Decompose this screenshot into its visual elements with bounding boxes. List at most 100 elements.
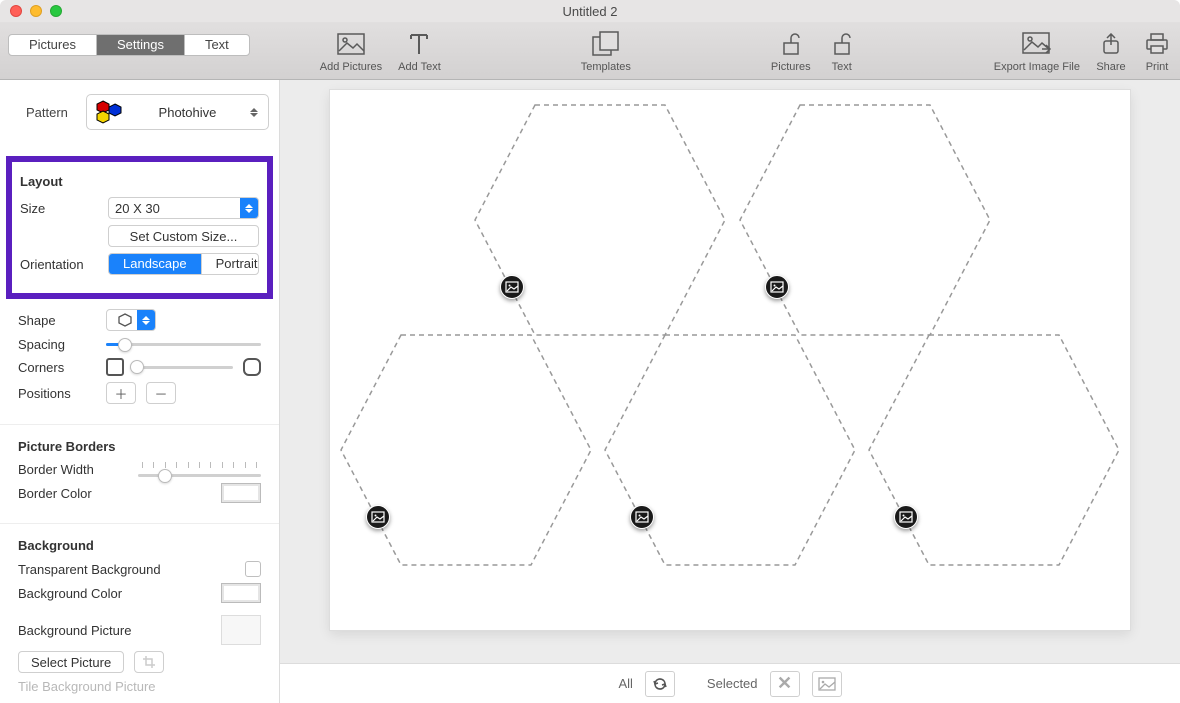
shape-select[interactable] (106, 309, 156, 331)
share-icon (1096, 29, 1126, 59)
image-icon (818, 677, 836, 691)
border-color-well[interactable] (221, 483, 261, 503)
toolbar-label: Share (1096, 61, 1125, 73)
background-picture-thumb (221, 615, 261, 645)
templates-icon (591, 29, 621, 59)
round-corner-icon (243, 358, 261, 376)
crop-icon (142, 655, 156, 669)
print-button[interactable]: Print (1142, 29, 1172, 73)
minus-icon: － (154, 384, 167, 403)
pattern-label: Pattern (26, 105, 68, 120)
layout-heading: Layout (20, 174, 259, 189)
updown-icon (245, 200, 255, 216)
add-text-button[interactable]: Add Text (398, 29, 441, 73)
positions-add-button[interactable]: ＋ (106, 382, 136, 404)
hex-tile[interactable] (735, 100, 995, 343)
updown-icon (142, 312, 152, 328)
border-color-label: Border Color (18, 486, 128, 501)
select-picture-button[interactable]: Select Picture (18, 651, 124, 673)
corners-slider[interactable] (134, 366, 233, 369)
settings-sidebar: Pattern Photohive Layout Size 20 X (0, 80, 280, 703)
lock-pictures-button[interactable]: Pictures (771, 29, 811, 73)
toolbar-label: Text (832, 61, 852, 73)
tab-text[interactable]: Text (184, 35, 249, 55)
window-titlebar: Untitled 2 (0, 0, 1180, 22)
add-pictures-button[interactable]: Add Pictures (320, 29, 382, 73)
size-value: 20 X 30 (115, 201, 240, 216)
border-width-slider[interactable] (138, 474, 261, 477)
positions-remove-button[interactable]: － (146, 382, 176, 404)
transparent-bg-checkbox[interactable] (245, 561, 261, 577)
x-icon: ✕ (777, 673, 792, 694)
printer-icon (1142, 29, 1172, 59)
spacing-slider[interactable] (106, 343, 261, 346)
pattern-select[interactable]: Photohive (86, 94, 269, 130)
rotate-all-label: All (618, 676, 632, 691)
corners-label: Corners (18, 360, 96, 375)
image-selected-button[interactable] (812, 671, 842, 697)
canvas-area: All Selected ✕ (280, 80, 1180, 703)
image-placeholder-badge[interactable] (500, 275, 524, 299)
background-color-label: Background Color (18, 586, 211, 601)
orientation-label: Orientation (20, 257, 98, 272)
spacing-label: Spacing (18, 337, 96, 352)
image-icon (505, 280, 519, 294)
crop-button[interactable] (134, 651, 164, 673)
sidebar-tab-switcher: Pictures Settings Text (8, 34, 250, 56)
rotate-all-button[interactable] (645, 671, 675, 697)
background-heading: Background (18, 538, 261, 553)
photohive-icon (95, 100, 125, 124)
image-placeholder-badge[interactable] (366, 505, 390, 529)
image-placeholder-badge[interactable] (765, 275, 789, 299)
image-icon (770, 280, 784, 294)
text-t-icon (404, 29, 434, 59)
selected-label: Selected (707, 676, 758, 691)
set-custom-size-button[interactable]: Set Custom Size... (108, 225, 259, 247)
delete-selected-button[interactable]: ✕ (770, 671, 800, 697)
background-color-well[interactable] (221, 583, 261, 603)
tab-pictures[interactable]: Pictures (9, 35, 96, 55)
hex-tile[interactable] (470, 100, 730, 343)
background-picture-label: Background Picture (18, 623, 211, 638)
hex-tile[interactable] (336, 330, 596, 573)
toolbar-label: Export Image File (994, 61, 1080, 73)
image-placeholder-badge[interactable] (630, 505, 654, 529)
updown-icon (250, 104, 260, 120)
border-width-label: Border Width (18, 462, 128, 477)
canvas-bottom-bar: All Selected ✕ (280, 663, 1180, 703)
hex-tile[interactable] (864, 330, 1124, 573)
toolbar: Pictures Settings Text Add Pictures Add … (0, 22, 1180, 80)
canvas-page[interactable] (330, 90, 1130, 630)
export-button[interactable]: Export Image File (994, 29, 1080, 73)
size-label: Size (20, 201, 98, 216)
tab-settings[interactable]: Settings (96, 35, 184, 55)
image-icon (371, 510, 385, 524)
toolbar-label: Add Pictures (320, 61, 382, 73)
image-plus-icon (336, 29, 366, 59)
size-select[interactable]: 20 X 30 (108, 197, 259, 219)
orientation-landscape[interactable]: Landscape (109, 254, 201, 274)
image-export-icon (1022, 29, 1052, 59)
toolbar-label: Pictures (771, 61, 811, 73)
unlock-icon (827, 29, 857, 59)
square-corner-icon (106, 358, 124, 376)
hex-tile[interactable] (600, 330, 860, 573)
plus-icon: ＋ (114, 384, 127, 403)
shape-label: Shape (18, 313, 96, 328)
layout-section-highlight: Layout Size 20 X 30 Set Custom Size... O… (6, 156, 273, 299)
positions-label: Positions (18, 386, 96, 401)
image-icon (899, 510, 913, 524)
share-button[interactable]: Share (1096, 29, 1126, 73)
borders-heading: Picture Borders (18, 439, 261, 454)
lock-text-button[interactable]: Text (827, 29, 857, 73)
unlock-icon (776, 29, 806, 59)
hexagon-icon (118, 313, 132, 327)
image-placeholder-badge[interactable] (894, 505, 918, 529)
templates-button[interactable]: Templates (581, 29, 631, 73)
pattern-value: Photohive (125, 105, 250, 120)
toolbar-label: Templates (581, 61, 631, 73)
transparent-bg-label: Transparent Background (18, 562, 235, 577)
tile-bg-label: Tile Background Picture (18, 679, 261, 694)
orientation-segment: Landscape Portrait (108, 253, 259, 275)
orientation-portrait[interactable]: Portrait (201, 254, 259, 274)
